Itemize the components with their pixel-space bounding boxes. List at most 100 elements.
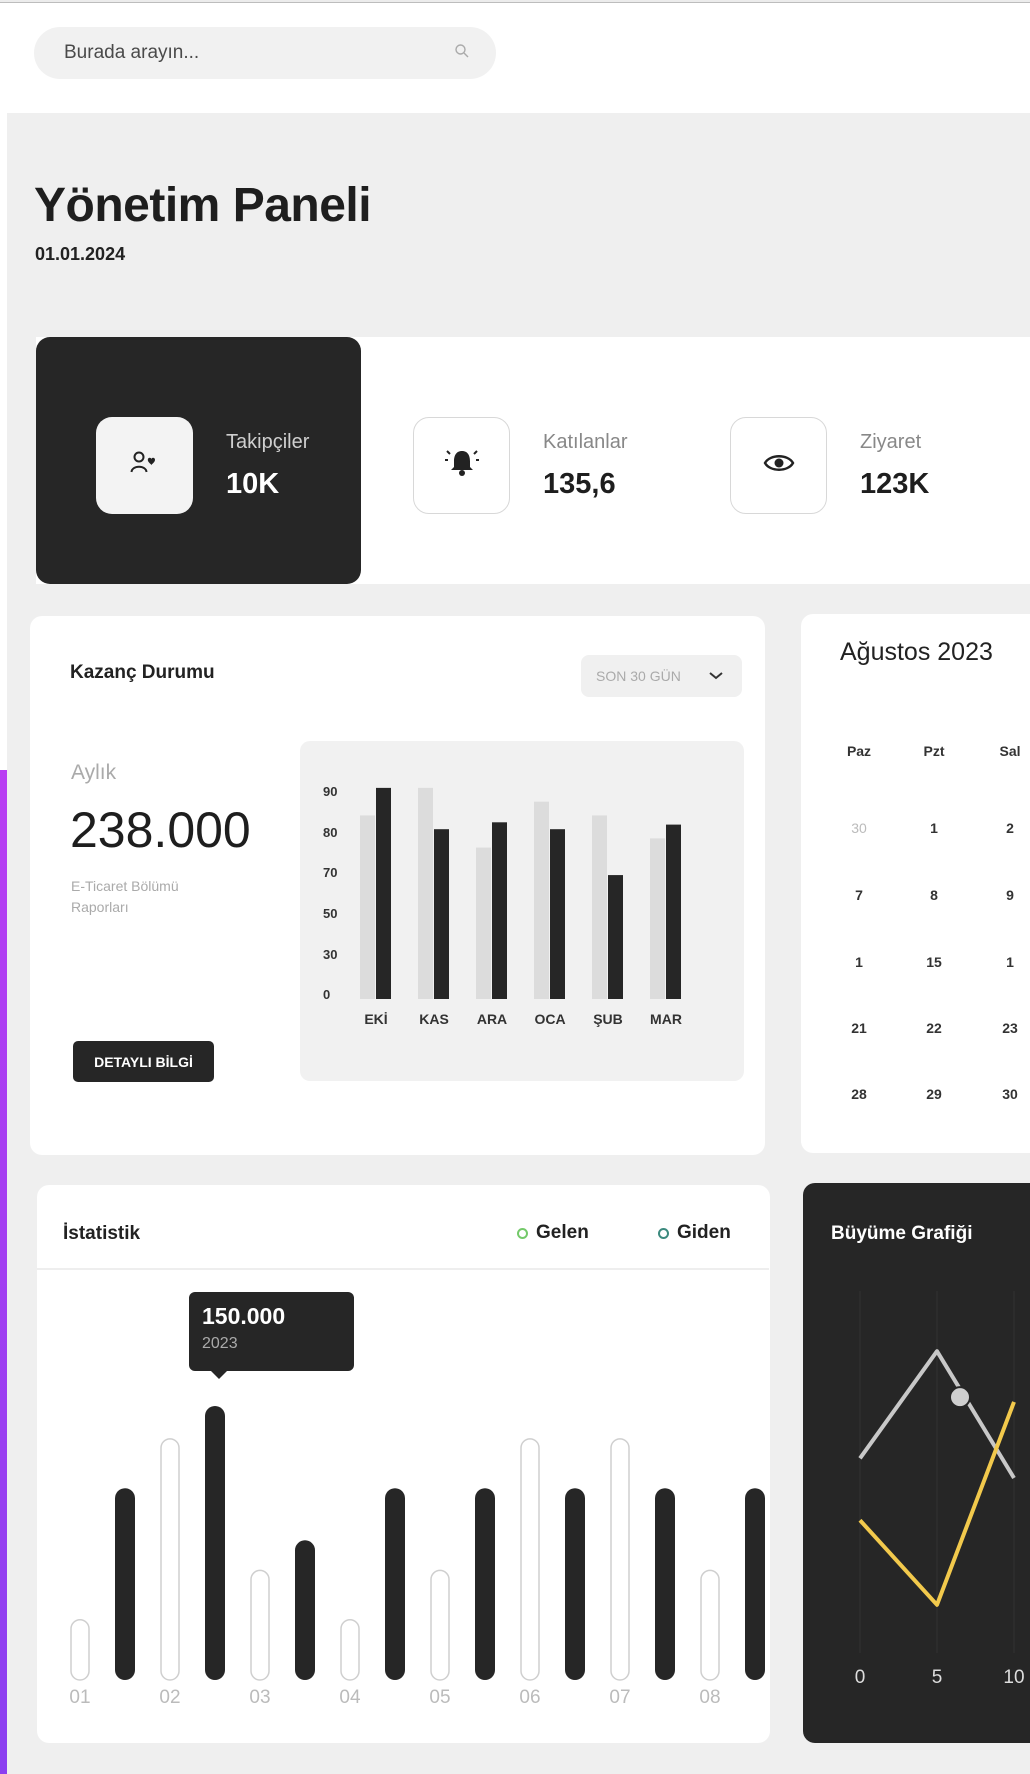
stat-visits-icon-box (730, 417, 827, 514)
x-tick-label: 07 (609, 1687, 630, 1708)
stat-followers-icon-box (96, 417, 193, 514)
x-tick-label: 04 (339, 1687, 361, 1708)
bar-dark (492, 822, 507, 999)
bar-outgoing (745, 1488, 765, 1680)
calendar-day[interactable]: 21 (834, 1020, 884, 1036)
x-tick-label: 06 (519, 1687, 540, 1708)
search-bar[interactable] (34, 27, 496, 79)
weekday-label: Paz (846, 743, 872, 759)
x-tick-label: 08 (699, 1687, 720, 1708)
bar-outgoing (385, 1488, 405, 1680)
x-tick-label: ARA (477, 1011, 507, 1027)
stat-participants-label: Katılanlar (543, 430, 628, 453)
bar-incoming (610, 1438, 630, 1681)
page-title: Yönetim Paneli (34, 179, 372, 232)
chevron-down-icon (708, 668, 724, 684)
bar-light (418, 787, 433, 999)
bar-light (534, 801, 549, 999)
calendar-day[interactable]: 29 (909, 1086, 959, 1102)
earnings-title: Kazanç Durumu (70, 662, 215, 683)
stat-participants[interactable]: Katılanlar 135,6 (413, 417, 628, 514)
weekday-label: Sal (999, 743, 1021, 759)
calendar-day[interactable]: 2 (985, 820, 1030, 836)
bar-outgoing (655, 1488, 675, 1680)
x-tick-label: OCA (534, 1011, 565, 1027)
period-select-value: SON 30 GÜN (596, 668, 681, 684)
calendar-day[interactable]: 9 (985, 887, 1030, 903)
x-tick-label: ŞUB (593, 1011, 623, 1027)
bar-dark (666, 824, 681, 999)
y-tick-label: 80 (323, 825, 337, 840)
growth-line-chart: 0 5 10 (855, 1291, 1025, 1688)
stat-visits[interactable]: Ziyaret 123K (730, 417, 929, 514)
calendar-day[interactable]: 22 (909, 1020, 959, 1036)
stat-visits-label: Ziyaret (860, 430, 922, 453)
bar-outgoing (565, 1488, 585, 1680)
x-tick-label: KAS (419, 1011, 449, 1027)
earnings-chart-panel: 90 80 70 50 30 0 EKİ KAS ARA OCA ŞUB MAR (300, 741, 744, 1081)
x-tick-label: 02 (159, 1687, 180, 1708)
bar-incoming (430, 1569, 450, 1681)
calendar-day[interactable]: 23 (985, 1020, 1030, 1036)
left-accent-strip (0, 770, 7, 1774)
tooltip-year: 2023 (202, 1335, 238, 1352)
bar-incoming (160, 1438, 180, 1681)
bar-dark (608, 875, 623, 999)
stat-followers-value: 10K (226, 467, 280, 500)
statistics-card: İstatistik Gelen Giden 01 02 03 04 05 06 07 08 … (37, 1185, 770, 1743)
calendar-day[interactable]: 1 (985, 954, 1030, 970)
calendar-day[interactable]: 30 (834, 820, 884, 836)
bar-dark (550, 829, 565, 999)
y-tick-label: 30 (323, 947, 337, 962)
bar-outgoing (295, 1540, 315, 1680)
x-tick-label: 10 (1003, 1667, 1024, 1688)
bar-dark (376, 787, 391, 999)
stat-participants-icon-box (413, 417, 510, 514)
x-tick-label: EKİ (364, 1011, 387, 1027)
detail-info-button[interactable]: DETAYLI BİLGİ (73, 1041, 214, 1082)
calendar-day[interactable]: 7 (834, 887, 884, 903)
x-tick-label: 0 (855, 1667, 866, 1688)
bar-light (592, 815, 607, 999)
x-tick-label: MAR (650, 1011, 682, 1027)
x-tick-label: 03 (249, 1687, 270, 1708)
tooltip-value: 150.000 (202, 1303, 286, 1329)
x-tick-label: 01 (69, 1687, 90, 1708)
calendar-day[interactable]: 30 (985, 1086, 1030, 1102)
bar-outgoing (205, 1406, 225, 1680)
y-tick-label: 50 (323, 906, 337, 921)
user-heart-icon (130, 450, 160, 481)
search-icon[interactable] (454, 43, 470, 64)
earnings-bar-chart: 90 80 70 50 30 0 EKİ KAS ARA OCA ŞUB MAR (323, 784, 682, 1027)
bar-incoming (520, 1438, 540, 1681)
page-date: 01.01.2024 (35, 244, 126, 264)
bar-dark (434, 829, 449, 999)
stat-followers-label: Takipçiler (226, 430, 310, 453)
weekday-label: Pzt (923, 743, 945, 759)
calendar-day[interactable]: 1 (834, 954, 884, 970)
earnings-card: Kazanç Durumu SON 30 GÜN Aylık 238.000 E… (30, 616, 765, 1155)
calendar-day[interactable]: 8 (909, 887, 959, 903)
earnings-value: 238.000 (70, 802, 251, 858)
stat-visits-value: 123K (860, 467, 930, 500)
bar-light (650, 838, 665, 999)
stat-followers[interactable]: Takipçiler 10K (96, 417, 309, 514)
bar-outgoing (475, 1488, 495, 1680)
calendar-day[interactable]: 1 (909, 820, 959, 836)
growth-card: Büyüme Grafiği 0 5 10 (803, 1183, 1030, 1743)
y-tick-label: 70 (323, 865, 337, 880)
bell-icon (444, 448, 479, 483)
bar-light (476, 847, 491, 999)
bar-incoming (70, 1618, 90, 1681)
eye-icon (763, 452, 795, 479)
calendar-day[interactable]: 15 (909, 954, 959, 970)
period-select[interactable]: SON 30 GÜN (581, 655, 742, 697)
y-tick-label: 90 (323, 784, 337, 799)
calendar-day[interactable]: 28 (834, 1086, 884, 1102)
search-input[interactable] (64, 42, 424, 64)
x-tick-label: 05 (429, 1687, 450, 1708)
y-tick-label: 0 (323, 987, 330, 1002)
bar-light (360, 815, 375, 999)
chart-tooltip: 150.000 2023 (189, 1292, 354, 1379)
x-tick-label: 5 (932, 1667, 943, 1688)
